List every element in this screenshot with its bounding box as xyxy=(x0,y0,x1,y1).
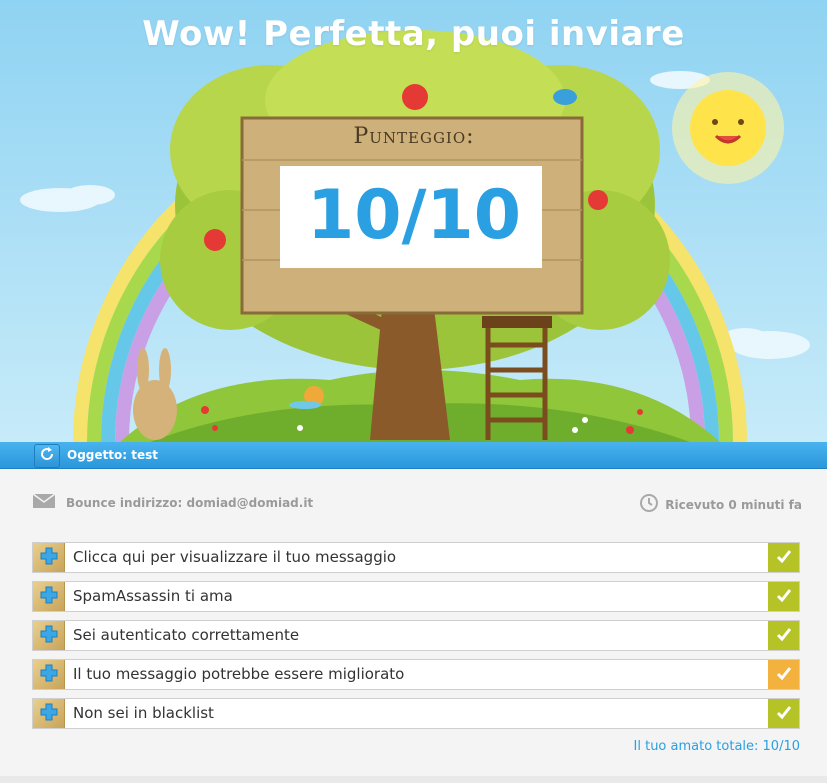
result-title: Wow! Perfetta, puoi inviare xyxy=(142,14,685,54)
refresh-button[interactable] xyxy=(34,443,60,468)
status-ok-badge xyxy=(768,582,799,611)
sun-icon xyxy=(672,72,784,184)
check-icon xyxy=(776,587,792,607)
subject-text: Oggetto: test xyxy=(67,448,158,462)
check-icon xyxy=(776,665,792,685)
hero-banner: Wow! Perfetta, puoi inviare Punteggio: 1… xyxy=(0,0,827,442)
meta-row: Bounce indirizzo: domiad@domiad.it Ricev… xyxy=(32,493,802,513)
check-list: Clicca qui per visualizzare il tuo messa… xyxy=(32,542,800,737)
score-label: Punteggio: xyxy=(353,124,475,149)
footer-divider xyxy=(0,776,827,783)
check-label: Clicca qui per visualizzare il tuo messa… xyxy=(73,548,397,566)
envelope-icon xyxy=(32,493,56,512)
bird-icon xyxy=(553,89,577,105)
plus-icon xyxy=(39,702,59,726)
status-warning-badge xyxy=(768,660,799,689)
expand-button[interactable] xyxy=(33,621,65,650)
check-label: Sei autenticato correttamente xyxy=(73,626,300,644)
status-ok-badge xyxy=(768,621,799,650)
clock-icon xyxy=(639,493,659,516)
received-time: Ricevuto 0 minuti fa xyxy=(665,497,802,512)
plus-icon xyxy=(39,585,59,609)
refresh-icon xyxy=(39,446,55,466)
check-row-authentication[interactable]: Sei autenticato correttamente xyxy=(32,620,800,651)
bounce-address: Bounce indirizzo: domiad@domiad.it xyxy=(66,495,314,510)
check-row-view-message[interactable]: Clicca qui per visualizzare il tuo messa… xyxy=(32,542,800,573)
received-info: Ricevuto 0 minuti fa xyxy=(639,493,802,516)
check-label: Il tuo messaggio potrebbe essere miglior… xyxy=(73,665,405,683)
status-ok-badge xyxy=(768,699,799,728)
check-label: Non sei in blacklist xyxy=(73,704,214,722)
check-row-spamassassin[interactable]: SpamAssassin ti ama xyxy=(32,581,800,612)
expand-button[interactable] xyxy=(33,660,65,689)
expand-button[interactable] xyxy=(33,543,65,572)
plus-icon xyxy=(39,663,59,687)
bounce-info: Bounce indirizzo: domiad@domiad.it xyxy=(32,493,313,512)
score-value: 10/10 xyxy=(306,176,522,255)
expand-button[interactable] xyxy=(33,699,65,728)
plus-icon xyxy=(39,624,59,648)
check-icon xyxy=(776,626,792,646)
check-icon xyxy=(776,704,792,724)
status-ok-badge xyxy=(768,543,799,572)
bunny-icon xyxy=(133,348,177,440)
total-score: Il tuo amato totale: 10/10 xyxy=(633,739,800,754)
check-row-improvements[interactable]: Il tuo messaggio potrebbe essere miglior… xyxy=(32,659,800,690)
plus-icon xyxy=(39,546,59,570)
check-row-blacklist[interactable]: Non sei in blacklist xyxy=(32,698,800,729)
subject-bar: Oggetto: test xyxy=(0,442,827,469)
expand-button[interactable] xyxy=(33,582,65,611)
check-label: SpamAssassin ti ama xyxy=(73,587,233,605)
check-icon xyxy=(776,548,792,568)
